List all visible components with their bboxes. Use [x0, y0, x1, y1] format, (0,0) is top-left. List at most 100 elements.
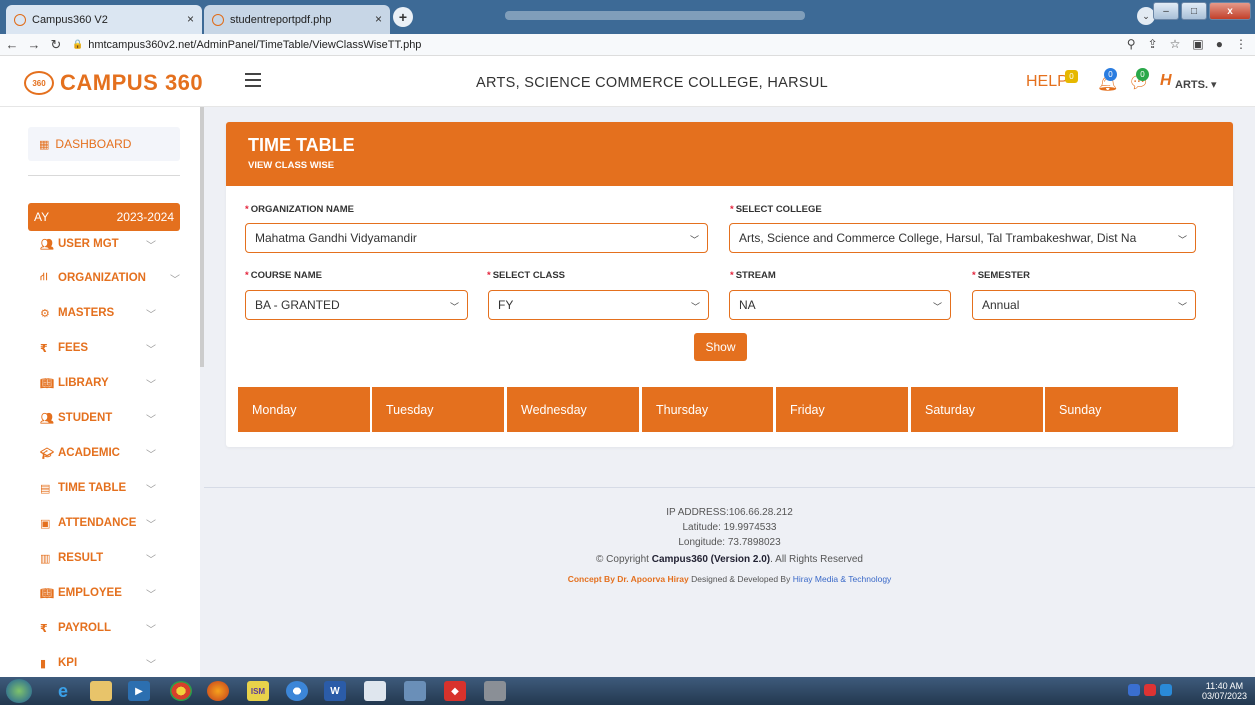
footer-latitude: Latitude: 19.9974533 [682, 522, 777, 533]
chevron-down-icon: ﹀ [146, 449, 156, 461]
select-value: Annual [982, 298, 1020, 312]
page-subtitle: VIEW CLASS WISE [248, 160, 335, 171]
sidebar-item-masters[interactable]: ⚙ MASTERS ﹀ [28, 300, 180, 326]
explorer-folder-icon[interactable] [90, 681, 112, 701]
college-select[interactable]: Arts, Science and Commerce College, Hars… [729, 223, 1196, 253]
chrome-blue-icon[interactable] [286, 681, 308, 701]
sidepanel-icon[interactable]: ▣ [1192, 37, 1203, 51]
sidebar-item-time-table[interactable]: ▤ TIME TABLE ﹀ [28, 475, 180, 501]
show-button[interactable]: Show [694, 333, 747, 361]
copyright-brand: Campus360 (Version 2.0) [651, 554, 771, 565]
tab-close-icon[interactable]: × [375, 12, 382, 26]
users-icon: 👥︎ [40, 238, 54, 251]
course-select[interactable]: BA - GRANTED ﹀ [245, 290, 468, 320]
system-clock[interactable]: 11:40 AM 03/07/2023 [1202, 681, 1247, 701]
close-window-button[interactable]: x [1209, 2, 1251, 20]
semester-label: * SEMESTER [972, 270, 1030, 281]
chevron-down-icon: ﹀ [146, 624, 156, 636]
concept-credit: Concept By Dr. Apoorva Hiray [567, 574, 689, 584]
id-card-icon: ▣ [40, 517, 51, 530]
sidebar-item-result[interactable]: ▥ RESULT ﹀ [28, 545, 180, 571]
tray-network-icon[interactable] [1160, 684, 1172, 696]
word-icon[interactable]: W [324, 681, 346, 701]
back-icon[interactable]: ← [2, 37, 22, 52]
start-button-icon[interactable] [6, 679, 32, 703]
help-link[interactable]: HELP [1026, 73, 1068, 91]
forward-icon[interactable]: → [24, 37, 44, 52]
user-accounts-icon[interactable] [364, 681, 386, 701]
sidebar-item-payroll[interactable]: ₹ PAYROLL ﹀ [28, 615, 180, 641]
bookmark-star-icon[interactable]: ☆ [1170, 37, 1181, 51]
class-select[interactable]: FY ﹀ [488, 290, 709, 320]
sidebar-item-label: USER MGT [58, 238, 119, 250]
chevron-down-icon: ﹀ [146, 554, 156, 566]
sidebar-item-academic[interactable]: 🎓︎ ACADEMIC ﹀ [28, 440, 180, 466]
footer-ip: IP ADDRESS:106.66.28.212 [666, 507, 793, 518]
anydesk-icon[interactable]: ◆ [444, 681, 466, 701]
chevron-down-icon: ﹀ [146, 519, 156, 531]
select-value: NA [739, 298, 756, 312]
organization-select[interactable]: Mahatma Gandhi Vidyamandir ﹀ [245, 223, 708, 253]
menu-dots-icon[interactable]: ⋮ [1235, 37, 1247, 51]
chevron-down-icon: ﹀ [146, 240, 156, 252]
chrome-icon[interactable] [170, 681, 192, 701]
select-value: Mahatma Gandhi Vidyamandir [255, 231, 417, 245]
firefox-icon[interactable] [207, 681, 229, 701]
sidebar-item-student[interactable]: 👥︎ STUDENT ﹀ [28, 405, 180, 431]
sidebar-scrollbar[interactable] [200, 107, 204, 367]
gist-ism-icon[interactable]: ISM [247, 681, 269, 701]
tab-studentreport[interactable]: studentreportpdf.php × [204, 5, 390, 34]
bar-chart-icon: ▮ [40, 657, 47, 670]
chevron-down-icon: ﹀ [146, 414, 156, 426]
minimize-button[interactable]: – [1153, 2, 1179, 20]
location-icon[interactable]: ⚲ [1127, 37, 1136, 51]
profile-icon[interactable]: ● [1216, 37, 1223, 51]
stream-label: * STREAM [730, 270, 776, 281]
sidebar-item-employee[interactable]: 📖︎ EMPLOYEE ﹀ [28, 580, 180, 606]
tab-close-icon[interactable]: × [187, 12, 194, 26]
address-bar: ← → ↻ 🔒 hmtcampus360v2.net/AdminPanel/Ti… [0, 34, 1255, 56]
media-player-icon[interactable]: ▶ [128, 681, 150, 701]
footer-longitude: Longitude: 73.7898023 [678, 537, 781, 548]
tab-title: Campus360 V2 [32, 13, 108, 26]
company-link[interactable]: Hiray Media & Technology [793, 574, 892, 584]
share-icon[interactable]: ⇪ [1148, 37, 1158, 51]
semester-select[interactable]: Annual ﹀ [972, 290, 1196, 320]
chevron-down-icon: ﹀ [170, 274, 180, 286]
sidebar-item-label: ACADEMIC [58, 447, 120, 459]
reload-icon[interactable]: ↻ [46, 37, 66, 53]
sidebar-item-attendance[interactable]: ▣ ATTENDANCE ﹀ [28, 510, 180, 536]
url-field[interactable]: 🔒 hmtcampus360v2.net/AdminPanel/TimeTabl… [72, 39, 421, 51]
sidebar-item-dashboard[interactable]: ▦ DASHBOARD [28, 127, 180, 161]
windows-explorer-icon[interactable] [404, 681, 426, 701]
sidebar-item-label: TIME TABLE [58, 482, 127, 494]
ay-value: 2023-2024 [116, 210, 174, 224]
select-value: Arts, Science and Commerce College, Hars… [739, 231, 1137, 245]
maximize-button[interactable]: □ [1181, 2, 1207, 20]
stream-select[interactable]: NA ﹀ [729, 290, 951, 320]
sidebar-item-fees[interactable]: ₹ FEES ﹀ [28, 335, 180, 361]
ay-label: AY [34, 210, 50, 224]
chevron-down-icon: ﹀ [146, 484, 156, 496]
sidebar-item-kpi[interactable]: ▮ KPI ﹀ [28, 650, 180, 676]
hamburger-menu-icon[interactable] [245, 73, 261, 91]
chevron-down-icon: ﹀ [929, 300, 942, 313]
campus360-logo[interactable]: 360 CAMPUS 360 [24, 70, 203, 96]
label-text: SELECT CLASS [492, 270, 566, 281]
tab-campus360[interactable]: Campus360 V2 × [6, 5, 202, 34]
user-menu[interactable]: ARTS. ▾ [1175, 78, 1217, 91]
chevron-down-icon: ﹀ [687, 300, 700, 313]
sidebar-item-user-mgt[interactable]: 👥︎ USER MGT ﹀ [28, 231, 180, 257]
drive-icon[interactable] [484, 681, 506, 701]
tray-antivirus-icon[interactable] [1144, 684, 1156, 696]
internet-explorer-icon[interactable]: e [52, 681, 74, 701]
label-text: SELECT COLLEGE [735, 204, 822, 215]
tray-keyboard-icon[interactable] [1128, 684, 1140, 696]
label-text: SEMESTER [977, 270, 1030, 281]
notif-badge: 0 [1104, 68, 1117, 81]
new-tab-button[interactable]: + [393, 7, 413, 27]
sidebar-item-label: STUDENT [58, 412, 113, 424]
academic-year-selector[interactable]: AY 2023-2024 [28, 203, 180, 231]
sidebar-item-organization[interactable]: ⛙ ORGANIZATION ﹀ [28, 265, 180, 291]
sidebar-item-library[interactable]: 📖︎ LIBRARY ﹀ [28, 370, 180, 396]
